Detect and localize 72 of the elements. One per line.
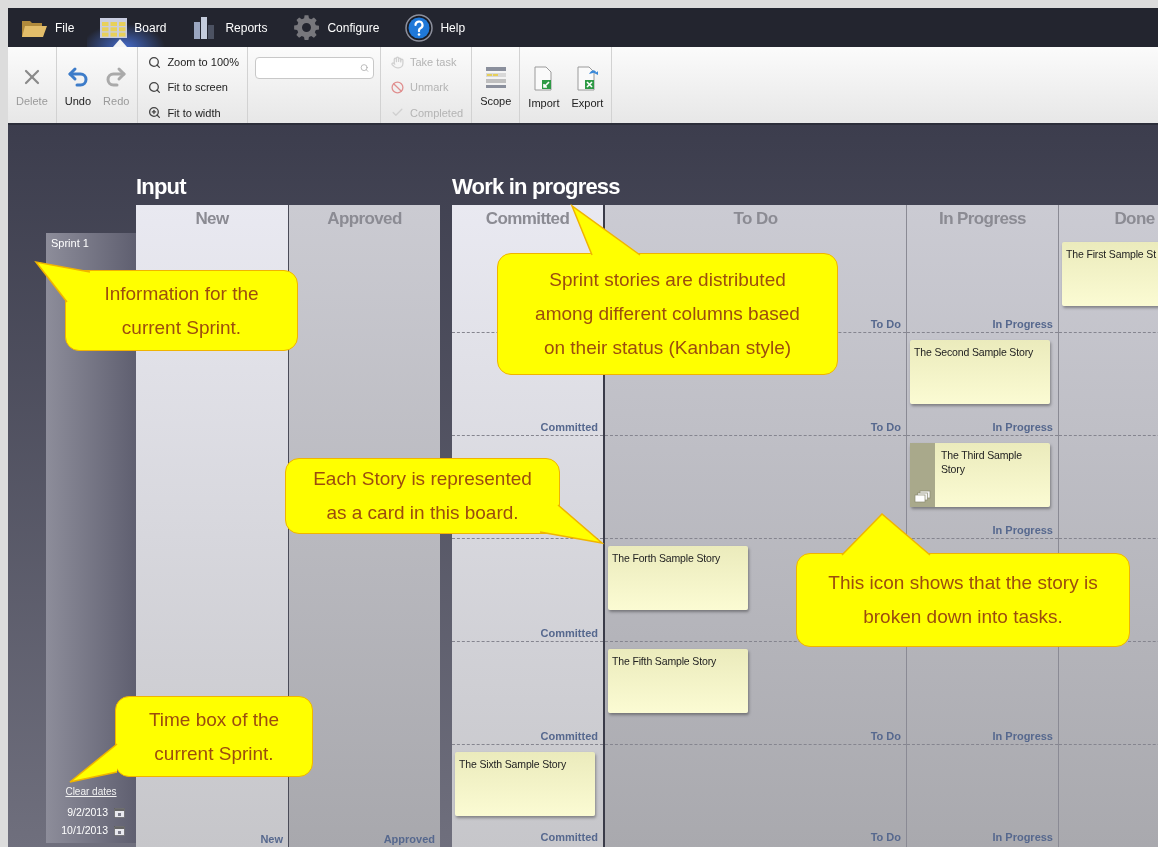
lane-label: To Do bbox=[870, 831, 902, 844]
column-header: Committed bbox=[484, 208, 571, 230]
group-title: Input bbox=[136, 174, 186, 199]
board-icon bbox=[100, 17, 128, 38]
sprint-date: 10/1/2013 bbox=[61, 824, 108, 836]
menu-tab[interactable]: File bbox=[8, 8, 88, 47]
lane-label: Committed bbox=[540, 627, 599, 640]
card-title: The Forth Sample Story bbox=[612, 551, 721, 566]
hand-icon bbox=[390, 55, 404, 69]
lane-label: In Progress bbox=[992, 524, 1054, 537]
toolbar-button[interactable]: Scope bbox=[474, 47, 518, 123]
toolbar-item[interactable]: Fit to width bbox=[148, 102, 239, 123]
column-label: Approved bbox=[383, 833, 436, 846]
card-title: The Fifth Sample Story bbox=[612, 654, 717, 669]
story-card[interactable]: The First Sample St bbox=[1062, 242, 1158, 306]
lane-label: In Progress bbox=[992, 730, 1054, 743]
lane-label: To Do bbox=[870, 421, 902, 434]
callout: Information for the current Sprint. bbox=[65, 270, 298, 351]
stacked-cards-icon bbox=[914, 490, 931, 503]
toolbar-item[interactable]: Fit to screen bbox=[148, 77, 239, 98]
callout: Time box of the current Sprint. bbox=[115, 696, 313, 777]
toolbar-button[interactable]: Import bbox=[522, 47, 566, 123]
callout-pointer bbox=[36, 262, 90, 302]
lane-label: Committed bbox=[540, 730, 599, 743]
menu-tab[interactable]: Reports bbox=[179, 8, 281, 47]
lane-label: Committed bbox=[540, 831, 599, 844]
card-title: The Sixth Sample Story bbox=[459, 757, 566, 772]
magnifier-icon bbox=[148, 55, 162, 69]
sprint-name: Sprint 1 bbox=[50, 237, 89, 249]
column-header: To Do bbox=[732, 208, 779, 230]
callout: Each Story is represented as a card in this board. bbox=[285, 458, 560, 534]
menu-tab[interactable]: Help bbox=[392, 8, 479, 47]
settings-icon bbox=[293, 14, 321, 41]
story-card[interactable]: The Sixth Sample Story bbox=[455, 752, 595, 816]
story-card[interactable]: The Second Sample Story bbox=[910, 340, 1050, 404]
toolbar-button[interactable]: Undo bbox=[58, 47, 98, 123]
card-title: The Third Sample Story bbox=[940, 448, 1023, 477]
toolbar-button[interactable]: Export bbox=[565, 47, 610, 123]
calendar-icon[interactable] bbox=[114, 806, 125, 818]
column-header: In Progress bbox=[938, 208, 1027, 230]
search-icon bbox=[359, 62, 369, 74]
magnifier-icon bbox=[148, 106, 162, 120]
story-card[interactable]: The Third Sample Story bbox=[910, 443, 1050, 507]
export-document-icon bbox=[575, 65, 600, 91]
calendar-icon[interactable] bbox=[114, 824, 125, 836]
lane-label: Committed bbox=[540, 421, 599, 434]
help-icon bbox=[405, 13, 434, 42]
callout-pointer bbox=[70, 744, 117, 782]
menu-tab[interactable]: Configure bbox=[280, 8, 393, 47]
column-label: New bbox=[260, 833, 284, 846]
lane-label: In Progress bbox=[992, 318, 1054, 331]
story-card[interactable]: The Forth Sample Story bbox=[608, 546, 748, 610]
group-title: Work in progress bbox=[452, 174, 620, 199]
list-icon bbox=[484, 65, 507, 89]
lane-label: In Progress bbox=[992, 831, 1054, 844]
lane-label: To Do bbox=[870, 730, 902, 743]
search-field[interactable] bbox=[254, 57, 374, 79]
callout-pointer bbox=[540, 505, 602, 543]
column-header: Approved bbox=[326, 208, 403, 230]
card-title: The Second Sample Story bbox=[914, 345, 1034, 360]
card-title: The First Sample St bbox=[1066, 247, 1156, 262]
lane-label: In Progress bbox=[992, 421, 1054, 434]
column-header: New bbox=[194, 208, 230, 230]
sprint-date: 9/2/2013 bbox=[67, 806, 108, 818]
column-header: Done bbox=[1113, 208, 1156, 230]
lane-label: To Do bbox=[870, 318, 902, 331]
toolbar-item[interactable]: Zoom to 100% bbox=[148, 52, 239, 73]
no-entry-icon bbox=[390, 81, 404, 94]
callout-pointer bbox=[572, 206, 640, 255]
magnifier-icon bbox=[148, 81, 162, 94]
clear-dates-link[interactable]: Clear dates bbox=[65, 786, 117, 797]
story-card[interactable]: The Fifth Sample Story bbox=[608, 649, 748, 713]
